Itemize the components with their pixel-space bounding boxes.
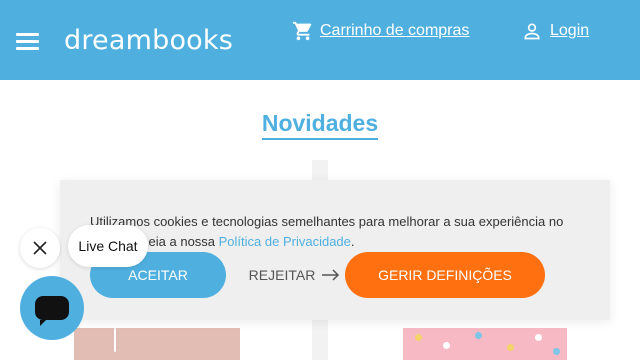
user-icon (524, 23, 540, 40)
section-title: Novidades (0, 110, 640, 140)
cookie-text-end: . (350, 234, 355, 249)
brand-logo[interactable]: dreambooks (64, 26, 233, 56)
cart-link[interactable]: Carrinho de compras (292, 20, 469, 42)
shopping-cart-icon (292, 21, 312, 41)
reject-cookies-button[interactable]: REJEITAR (240, 252, 350, 298)
arrow-right-icon (322, 269, 340, 281)
chat-launcher-button[interactable] (20, 276, 84, 340)
product-image[interactable] (403, 328, 567, 360)
site-header: dreambooks Carrinho de compras Login (0, 0, 640, 80)
section-title-text: Novidades (261, 110, 379, 140)
privacy-policy-link[interactable]: Política de Privacidade (219, 234, 351, 249)
cart-link-label: Carrinho de compras (320, 22, 470, 39)
close-icon (33, 241, 47, 255)
chat-icon (35, 296, 69, 326)
cookie-text: Utilizamos cookies e tecnologias semelha… (90, 212, 590, 252)
login-link[interactable]: Login (522, 20, 589, 42)
product-image[interactable] (74, 328, 240, 360)
hamburger-menu-icon[interactable] (16, 33, 39, 50)
manage-settings-button[interactable]: GERIR DEFINIÇÕES (345, 252, 545, 298)
live-chat-label[interactable]: Live Chat (68, 225, 148, 267)
login-link-label: Login (550, 22, 590, 39)
reject-cookies-label: REJEITAR (248, 267, 316, 283)
close-chat-button[interactable] (20, 228, 60, 268)
